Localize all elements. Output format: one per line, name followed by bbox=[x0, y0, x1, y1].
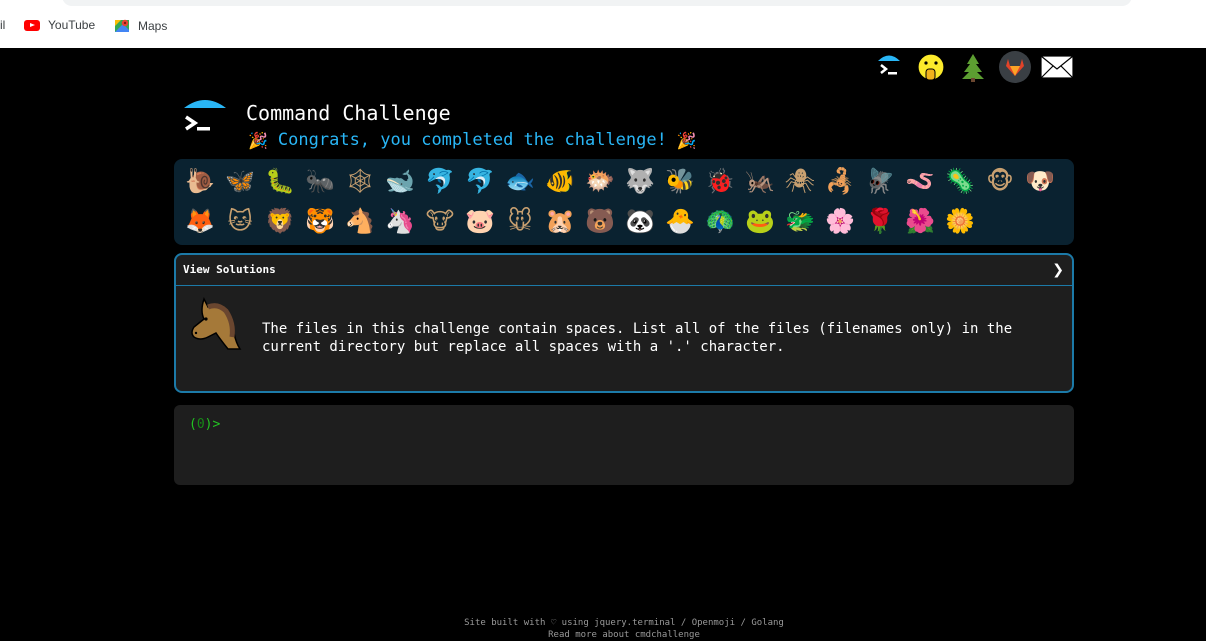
challenge-emoji-icon[interactable]: 🐝 bbox=[660, 163, 700, 199]
chevron-right-icon[interactable]: ❯ bbox=[1052, 262, 1064, 278]
bookmark-maps[interactable]: Maps bbox=[114, 18, 167, 34]
challenge-emoji-icon[interactable]: 🐷 bbox=[460, 203, 500, 239]
terminal-logo-icon[interactable] bbox=[872, 50, 906, 84]
challenge-emoji-icon[interactable]: 🐮 bbox=[420, 203, 460, 239]
challenge-panel: View Solutions ❯ The files in this chall… bbox=[174, 253, 1074, 393]
bookmark-youtube[interactable]: YouTube bbox=[24, 18, 95, 32]
top-icon-links bbox=[872, 50, 1074, 84]
challenge-emoji-icon[interactable]: 🪱 bbox=[900, 163, 940, 199]
view-solutions-toggle[interactable]: View Solutions ❯ bbox=[176, 255, 1072, 286]
footer-separator: / bbox=[735, 618, 752, 628]
page-title: Command Challenge bbox=[246, 101, 451, 125]
challenge-emoji-icon[interactable]: 🐬 bbox=[460, 163, 500, 199]
youtube-icon bbox=[24, 19, 40, 31]
challenge-emoji-icon[interactable]: 🐴 bbox=[340, 203, 380, 239]
envelope-icon[interactable] bbox=[1040, 50, 1074, 84]
challenge-emoji-icon[interactable]: 🐸 bbox=[740, 203, 780, 239]
gitlab-icon[interactable] bbox=[998, 50, 1032, 84]
challenge-description: The files in this challenge contain spac… bbox=[262, 320, 1052, 356]
challenge-grid: 🐌 🦋 🐛 🐜 🕸 🐋 🐬 🐬 🐟 🐠 🐡 🐺 🐝 🐞 🦗 🕷 🦂 🪰 🪱 🦠 🐵 🐶 🦊 🐱 🦁 🐯 🐴 🦄 🐮 🐷 🐭 🐹 🐻 🐼 🐣 🦚 🐸 🐲 🌸… bbox=[174, 159, 1074, 245]
prompt-count: 0 bbox=[196, 417, 205, 432]
bookmark-label: YouTube bbox=[48, 18, 96, 32]
challenge-emoji-icon[interactable]: 🦄 bbox=[380, 203, 420, 239]
challenge-emoji-icon[interactable]: 🌺 bbox=[900, 203, 940, 239]
congrats-message: 🎉 Congrats, you completed the challenge!… bbox=[248, 130, 697, 150]
challenge-emoji-icon[interactable]: 🦗 bbox=[740, 163, 780, 199]
challenge-emoji-icon[interactable]: 🐱 bbox=[220, 203, 260, 239]
challenge-emoji-icon[interactable]: 🐬 bbox=[420, 163, 460, 199]
challenge-emoji-icon[interactable]: 🐼 bbox=[620, 203, 660, 239]
maps-icon bbox=[115, 19, 129, 32]
read-more-link[interactable]: Read more about cmdchallenge bbox=[548, 630, 700, 640]
terminal[interactable]: (0)> bbox=[174, 405, 1074, 485]
challenge-emoji-icon[interactable]: 🐻 bbox=[580, 203, 620, 239]
challenge-text-line: current directory but replace all spaces… bbox=[262, 339, 785, 355]
challenge-emoji-icon[interactable]: 🐲 bbox=[780, 203, 820, 239]
view-solutions-label: View Solutions bbox=[183, 263, 276, 276]
bookmark-cut-off[interactable]: il bbox=[0, 18, 5, 32]
bookmark-label: Maps bbox=[138, 19, 168, 33]
golang-link[interactable]: Golang bbox=[751, 618, 784, 628]
challenge-emoji-icon[interactable]: 🦊 bbox=[180, 203, 220, 239]
challenge-text-line: The files in this challenge contain spac… bbox=[262, 321, 1013, 337]
challenge-emoji-icon[interactable]: 🐞 bbox=[700, 163, 740, 199]
challenge-emoji-icon[interactable]: 🐹 bbox=[540, 203, 580, 239]
challenge-emoji-icon[interactable]: 🐋 bbox=[380, 163, 420, 199]
bookmark-bar: il YouTube Maps bbox=[0, 0, 1206, 48]
address-bar-edge[interactable] bbox=[62, 0, 1132, 6]
challenge-emoji-icon[interactable]: 🦁 bbox=[260, 203, 300, 239]
openmoji-link[interactable]: Openmoji bbox=[692, 618, 735, 628]
challenge-emoji-icon[interactable]: 🐺 bbox=[620, 163, 660, 199]
tree-icon[interactable] bbox=[956, 50, 990, 84]
challenge-emoji-icon[interactable]: 🐣 bbox=[660, 203, 700, 239]
challenge-grid-row: 🐌 🦋 🐛 🐜 🕸 🐋 🐬 🐬 🐟 🐠 🐡 🐺 🐝 🐞 🦗 🕷 🦂 🪰 🪱 🦠 🐵 🐶 bbox=[180, 163, 1060, 199]
challenge-emoji-icon[interactable]: 🕸 bbox=[340, 163, 380, 199]
challenge-emoji-icon[interactable]: 🐜 bbox=[300, 163, 340, 199]
challenge-emoji-icon[interactable]: 🐡 bbox=[580, 163, 620, 199]
bookmark-label: il bbox=[0, 18, 6, 32]
challenge-emoji-icon[interactable]: 🌹 bbox=[860, 203, 900, 239]
challenge-emoji-icon[interactable]: 🐭 bbox=[500, 203, 540, 239]
party-popper-icon: 🎉 bbox=[248, 130, 268, 150]
prompt-paren: ( bbox=[189, 417, 197, 432]
challenge-emoji-icon[interactable]: 🦋 bbox=[220, 163, 260, 199]
footer-prefix: Site built with ♡ using bbox=[464, 618, 595, 628]
challenge-emoji-icon[interactable]: 🐵 bbox=[980, 163, 1020, 199]
hush-face-icon[interactable] bbox=[914, 50, 948, 84]
challenge-emoji-icon[interactable]: 🦂 bbox=[820, 163, 860, 199]
challenge-emoji-icon[interactable]: 🐶 bbox=[1020, 163, 1060, 199]
jquery-terminal-link[interactable]: jquery.terminal bbox=[594, 618, 675, 628]
challenge-emoji-icon[interactable]: 🐛 bbox=[260, 163, 300, 199]
challenge-grid-row: 🦊 🐱 🦁 🐯 🐴 🦄 🐮 🐷 🐭 🐹 🐻 🐼 🐣 🦚 🐸 🐲 🌸 🌹 🌺 🌼 bbox=[180, 203, 980, 239]
challenge-emoji-icon[interactable]: 🪰 bbox=[860, 163, 900, 199]
cmdchallenge-logo-icon[interactable] bbox=[180, 96, 230, 146]
challenge-emoji-icon[interactable]: 🦚 bbox=[700, 203, 740, 239]
challenge-emoji-icon[interactable]: 🐟 bbox=[500, 163, 540, 199]
challenge-emoji-icon[interactable]: 🌼 bbox=[940, 203, 980, 239]
congrats-text: Congrats, you completed the challenge! bbox=[277, 130, 667, 150]
party-popper-icon: 🎉 bbox=[676, 130, 697, 150]
footer-credits: Site built with ♡ using jquery.terminal … bbox=[0, 617, 1206, 629]
horse-icon bbox=[191, 297, 242, 350]
challenge-emoji-icon[interactable]: 🐯 bbox=[300, 203, 340, 239]
footer-separator: / bbox=[675, 618, 692, 628]
challenge-emoji-icon[interactable]: 🦠 bbox=[940, 163, 980, 199]
challenge-emoji-icon[interactable]: 🐌 bbox=[180, 163, 220, 199]
prompt-close: )> bbox=[204, 417, 221, 432]
challenge-emoji-icon[interactable]: 🕷 bbox=[780, 163, 820, 199]
challenge-emoji-icon[interactable]: 🐠 bbox=[540, 163, 580, 199]
challenge-emoji-icon[interactable]: 🌸 bbox=[820, 203, 860, 239]
terminal-prompt: (0)> bbox=[189, 417, 220, 432]
footer: Site built with ♡ using jquery.terminal … bbox=[0, 617, 1206, 641]
